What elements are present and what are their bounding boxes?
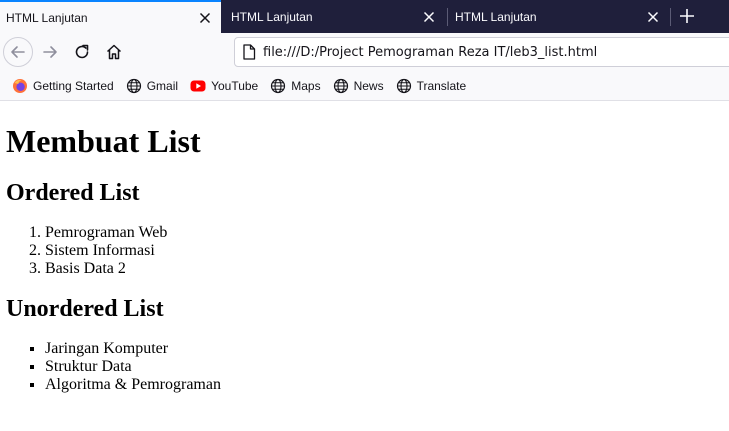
bookmark-translate[interactable]: Translate	[392, 74, 471, 98]
close-tab-button[interactable]	[641, 5, 665, 29]
tab-2[interactable]: HTML Lanjutan	[225, 0, 445, 33]
reload-icon	[75, 44, 89, 59]
tab-title: HTML Lanjutan	[231, 9, 313, 24]
close-tab-button[interactable]	[193, 6, 217, 30]
new-tab-button[interactable]	[672, 2, 702, 30]
list-item: Pemrograman Web	[45, 224, 723, 242]
bookmark-maps[interactable]: Maps	[266, 74, 324, 98]
tab-3[interactable]: HTML Lanjutan	[449, 0, 669, 33]
unordered-list-heading: Unordered List	[6, 296, 164, 322]
bookmark-label: Translate	[416, 78, 467, 93]
youtube-icon	[190, 80, 206, 91]
ordered-list: Pemrograman Web Sistem Informasi Basis D…	[6, 224, 723, 278]
address-bar[interactable]	[234, 37, 729, 67]
list-item: Jaringan Komputer	[45, 340, 723, 358]
arrow-right-icon	[43, 46, 57, 58]
globe-icon	[333, 78, 348, 93]
tab-separator	[447, 8, 448, 26]
navigation-toolbar	[0, 33, 729, 71]
tab-1[interactable]: HTML Lanjutan	[0, 0, 221, 33]
page-icon	[235, 44, 263, 60]
forward-button[interactable]	[35, 37, 65, 67]
globe-icon	[271, 78, 286, 93]
bookmark-label: Maps	[291, 78, 321, 93]
reload-button[interactable]	[67, 37, 97, 67]
list-item: Sistem Informasi	[45, 242, 723, 260]
tab-strip: HTML Lanjutan HTML Lanjutan HTML Lanjuta…	[0, 0, 729, 33]
url-input[interactable]	[263, 44, 729, 60]
close-icon	[647, 11, 659, 22]
list-item: Basis Data 2	[45, 260, 723, 278]
unordered-list: Jaringan Komputer Struktur Data Algoritm…	[6, 340, 723, 394]
bookmark-youtube[interactable]: YouTube	[186, 74, 262, 98]
close-icon	[423, 11, 435, 22]
home-icon	[106, 44, 122, 60]
back-button[interactable]	[3, 37, 33, 67]
tab-title: HTML Lanjutan	[455, 9, 537, 24]
close-icon	[199, 12, 211, 23]
bookmark-label: YouTube	[211, 78, 259, 93]
plus-icon	[680, 9, 694, 23]
globe-icon	[126, 78, 141, 93]
tab-separator	[670, 8, 671, 26]
page-content: Membuat List Ordered List Pemrograman We…	[0, 101, 729, 431]
bookmark-label: News	[353, 78, 384, 93]
page-title: Membuat List	[6, 123, 201, 159]
list-item: Struktur Data	[45, 358, 723, 376]
tab-title: HTML Lanjutan	[6, 10, 88, 25]
arrow-left-icon	[11, 46, 25, 58]
bookmarks-toolbar: Getting Started Gmail YouTube Maps News	[0, 71, 729, 101]
firefox-icon	[13, 78, 27, 93]
bookmark-label: Gmail	[146, 78, 179, 93]
ordered-list-heading: Ordered List	[6, 180, 140, 206]
bookmark-gmail[interactable]: Gmail	[122, 74, 182, 98]
home-button[interactable]	[99, 37, 129, 67]
list-item: Algoritma & Pemrograman	[45, 376, 723, 394]
bookmark-getting-started[interactable]: Getting Started	[8, 74, 118, 98]
globe-icon	[396, 78, 411, 93]
bookmark-label: Getting Started	[33, 78, 114, 93]
bookmark-news[interactable]: News	[329, 74, 388, 98]
close-tab-button[interactable]	[417, 5, 441, 29]
